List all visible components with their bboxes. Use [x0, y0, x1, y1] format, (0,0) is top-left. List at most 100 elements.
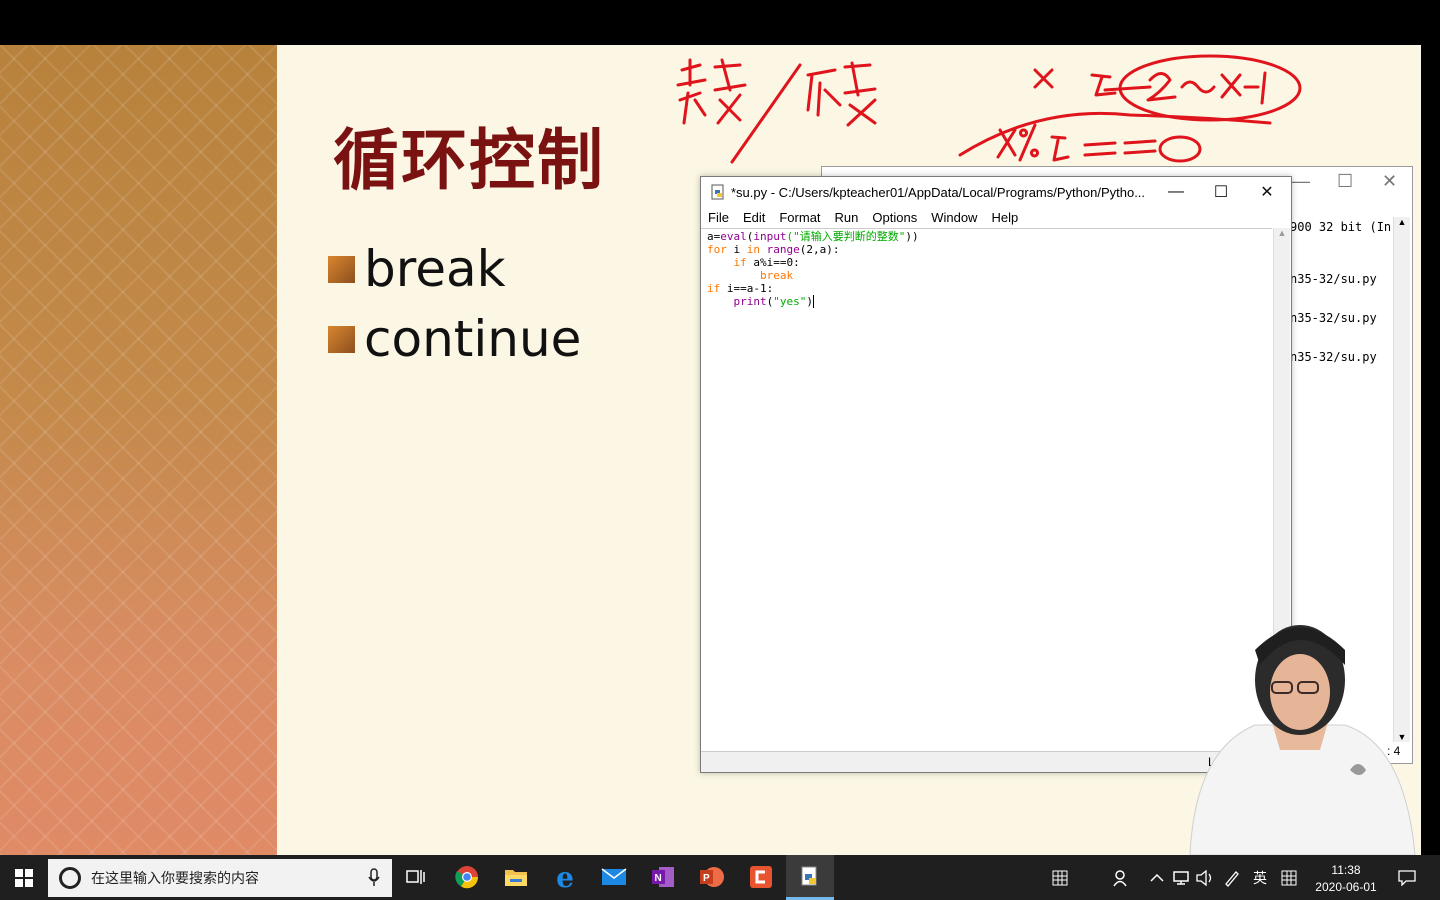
minimize-icon[interactable]: —	[1292, 171, 1310, 192]
svg-text:P: P	[703, 873, 710, 884]
code-token: (2,a):	[799, 243, 840, 256]
app-c-icon[interactable]	[746, 862, 776, 892]
network-icon[interactable]	[1172, 855, 1190, 900]
code-token: ("请输入要判断的整数"	[786, 230, 906, 243]
menu-window[interactable]: Window	[931, 210, 977, 225]
windows-logo-icon	[15, 868, 33, 887]
ink-zero	[1158, 135, 1202, 163]
code-token: break	[707, 269, 794, 282]
code-token: input	[753, 230, 787, 243]
ink-i	[1090, 73, 1117, 97]
taskbar-clock[interactable]: 11:38 2020-06-01	[1306, 862, 1386, 896]
menu-file[interactable]: File	[708, 210, 729, 225]
taskbar-search-box[interactable]: 在这里输入你要搜索的内容	[48, 859, 392, 897]
minimize-icon[interactable]: —	[1153, 177, 1199, 207]
bullet-square-icon	[328, 325, 355, 353]
clock-date: 2020-06-01	[1315, 880, 1377, 894]
microphone-icon[interactable]	[368, 868, 380, 888]
slide-title: 循环控制	[333, 122, 605, 199]
clock-time: 11:38	[1331, 863, 1361, 877]
bullet-square-icon	[328, 255, 355, 283]
maximize-icon[interactable]: ☐	[1337, 171, 1353, 192]
chevron-up-icon[interactable]	[1150, 855, 1164, 900]
scroll-up-icon[interactable]: ▲	[1274, 228, 1290, 238]
close-icon[interactable]: ✕	[1244, 177, 1290, 207]
code-token: for	[707, 243, 727, 256]
ink-tilde	[1180, 80, 1216, 94]
keyboard-grid-icon[interactable]	[1052, 855, 1068, 900]
code-token: a%i==0:	[746, 256, 800, 269]
ink-i2	[1050, 135, 1070, 162]
bullet-text: continue	[364, 310, 582, 368]
ink-stroke	[713, 58, 747, 125]
bullet-text: break	[364, 240, 506, 298]
code-token: ))	[905, 230, 919, 243]
shell-output-line: 900 32 bit (In	[1290, 220, 1392, 234]
bullet-item-continue: continue	[328, 310, 581, 368]
mail-icon[interactable]	[599, 862, 629, 892]
code-token: a=	[707, 230, 721, 243]
shell-output-line: n35-32/su.py	[1290, 350, 1377, 364]
notification-icon[interactable]	[1398, 855, 1416, 900]
volume-icon[interactable]	[1195, 855, 1215, 900]
ink-dash	[1103, 85, 1152, 92]
ink-slash	[730, 63, 802, 164]
cortana-icon	[59, 867, 81, 889]
ink-equals	[1083, 139, 1157, 157]
code-token: i==a-1:	[720, 282, 774, 295]
maximize-icon[interactable]: ☐	[1198, 177, 1244, 207]
code-token: if	[707, 256, 747, 269]
python-idle-icon[interactable]	[795, 862, 825, 892]
code-token: eval	[720, 230, 747, 243]
bullet-item-break: break	[328, 240, 506, 298]
code-token: )	[806, 295, 813, 308]
ink-stroke	[806, 68, 842, 117]
ink-percent	[1018, 123, 1039, 162]
pen-icon[interactable]	[1223, 855, 1241, 900]
menu-run[interactable]: Run	[835, 210, 859, 225]
ink-x-minus-1	[1220, 71, 1267, 105]
search-placeholder: 在这里输入你要搜索的内容	[91, 870, 259, 886]
shell-output-line: n35-32/su.py	[1290, 311, 1377, 325]
python-file-icon	[711, 184, 724, 200]
window-title: *su.py - C:/Users/kpteacher01/AppData/Lo…	[731, 185, 1146, 200]
menu-options[interactable]: Options	[872, 210, 917, 225]
code-token: range	[760, 243, 800, 256]
text-cursor	[812, 295, 814, 308]
code-token: "yes"	[773, 295, 807, 308]
powerpoint-icon[interactable]: P	[697, 862, 727, 892]
code-token: print	[707, 295, 767, 308]
people-icon[interactable]	[1112, 855, 1130, 900]
shell-output-line: n35-32/su.py	[1290, 272, 1377, 286]
menu-edit[interactable]: Edit	[743, 210, 765, 225]
webcam-presenter-image	[1189, 625, 1416, 855]
close-icon[interactable]: ✕	[1382, 171, 1397, 192]
edge-icon[interactable]: e	[550, 861, 580, 894]
chrome-icon[interactable]	[452, 862, 482, 892]
ink-stroke	[676, 58, 707, 125]
taskbar: 在这里输入你要搜索的内容 e N P 英 11:38 2020-06-01	[0, 855, 1440, 900]
ime-grid-icon[interactable]	[1281, 855, 1297, 900]
menu-format[interactable]: Format	[779, 210, 820, 225]
handwritten-annotations	[676, 54, 1302, 164]
code-token: i	[726, 243, 747, 256]
scroll-up-icon[interactable]: ▲	[1394, 217, 1410, 227]
ink-two	[1146, 72, 1177, 102]
ink-x	[1033, 68, 1054, 89]
ink-stroke	[843, 61, 877, 127]
top-black-bar	[0, 0, 1440, 45]
editor-titlebar[interactable]: *su.py - C:/Users/kpteacher01/AppData/Lo…	[701, 177, 1291, 207]
file-explorer-icon[interactable]	[501, 862, 531, 892]
task-view-icon[interactable]	[401, 862, 431, 892]
slide-decorative-pattern	[0, 45, 277, 855]
ime-indicator[interactable]: 英	[1253, 855, 1267, 900]
menu-bar: File Edit Format Run Options Window Help	[701, 207, 1291, 227]
onenote-icon[interactable]: N	[648, 862, 678, 892]
menu-help[interactable]: Help	[991, 210, 1018, 225]
right-black-strip	[1421, 45, 1440, 855]
windows-start-button[interactable]	[0, 855, 48, 900]
code-token: if	[707, 282, 721, 295]
code-token: in	[746, 243, 760, 256]
svg-text:N: N	[655, 873, 662, 884]
ink-arc	[958, 111, 1272, 157]
